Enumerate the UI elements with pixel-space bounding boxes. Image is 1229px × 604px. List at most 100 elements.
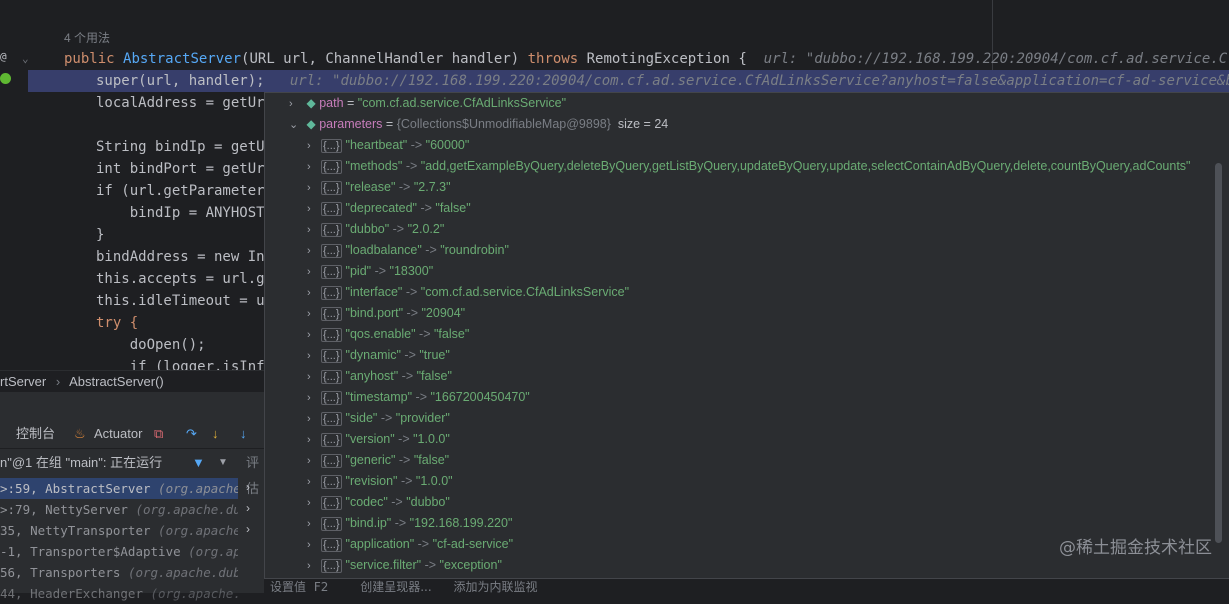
chevron-right-icon[interactable]: › [307, 136, 321, 157]
chevron-right-icon[interactable]: › [307, 472, 321, 493]
chevron-right-icon[interactable]: › [289, 94, 303, 115]
entry-value: "exception" [439, 558, 502, 572]
stack-frame[interactable]: 56, Transporters (org.apache.dubbo.re [0, 562, 238, 583]
chevron-right-icon[interactable]: › [307, 367, 321, 388]
map-entry-row[interactable]: › {...} "generic" -> "false" [307, 450, 449, 471]
entry-key: "bind.port" [345, 306, 404, 320]
map-entry-row[interactable]: › {...} "dubbo" -> "2.0.2" [307, 219, 444, 240]
stack-frame[interactable]: >:79, NettyServer (org.apache.dubbo.rem [0, 499, 238, 520]
step-over-icon[interactable]: ↷ [186, 420, 197, 448]
popup-footer: 设置值 F2 创建呈现器... 添加为内联监视 [270, 578, 538, 594]
variable-inspector-popup[interactable]: › ◆ path = "com.cf.ad.service.CfAdLinksS… [264, 92, 1229, 579]
chevron-right-icon[interactable]: › [307, 409, 321, 430]
entry-arrow: -> [400, 348, 420, 362]
map-entry-row[interactable]: › {...} "methods" -> "add,getExampleByQuer… [307, 156, 1191, 177]
entry-arrow: -> [415, 327, 434, 341]
thread-selector[interactable]: n"@1 在组 "main": 正在运行 ▼ ▼ 评估 [0, 450, 264, 496]
tab-console[interactable]: 控制台 [16, 420, 55, 448]
map-entry-row[interactable]: › {...} "interface" -> "com.cf.ad.service.… [307, 282, 629, 303]
filter-icon[interactable]: ▼ [192, 450, 205, 476]
chevron-right-icon[interactable]: › [307, 535, 321, 556]
map-entry-row[interactable]: › {...} "version" -> "1.0.0" [307, 429, 450, 450]
chevron-right-icon[interactable]: › [307, 325, 321, 346]
entry-key: "dynamic" [345, 348, 401, 362]
current-execution-line: super(url, handler); url: "dubbo://192.1… [28, 70, 1229, 92]
chevron-right-icon[interactable]: › [307, 430, 321, 451]
entry-arrow: -> [394, 432, 414, 446]
override-icon[interactable]: @ [0, 50, 7, 63]
entry-value: "2.0.2" [407, 222, 445, 236]
create-renderer-action[interactable]: 创建呈现器... [360, 580, 431, 594]
chevron-down-icon[interactable]: ⌄ [289, 115, 303, 136]
entry-key: "release" [345, 180, 396, 194]
actuator-icon: ♨ [74, 426, 86, 441]
stack-frame[interactable]: 35, NettyTransporter (org.apache.dubbo [0, 520, 238, 541]
entry-value: "roundrobin" [440, 243, 509, 257]
map-entry-row[interactable]: › {...} "timestamp" -> "1667200450470" [307, 387, 530, 408]
chevron-right-icon[interactable]: › [246, 522, 250, 536]
usage-hint[interactable]: 4 个用法 [64, 27, 110, 49]
breakpoint-check-icon[interactable] [0, 73, 11, 84]
map-entry-row[interactable]: › {...} "bind.ip" -> "192.168.199.220" [307, 513, 512, 534]
fold-icon[interactable]: ⌄ [22, 52, 29, 65]
map-entry-row[interactable]: › {...} "bind.port" -> "20904" [307, 303, 465, 324]
map-entry-row[interactable]: › {...} "side" -> "provider" [307, 408, 450, 429]
map-entry-icon: {...} [321, 265, 342, 279]
chevron-right-icon[interactable]: › [307, 346, 321, 367]
tab-actuator[interactable]: Actuator [94, 420, 142, 448]
chevron-right-icon[interactable]: › [307, 304, 321, 325]
chevron-right-icon[interactable]: › [307, 283, 321, 304]
stack-frame[interactable]: 44, HeaderExchanger (org.apache.dubbo [0, 583, 238, 604]
code-line: bindIp = ANYHOST_ [96, 205, 274, 221]
chevron-right-icon[interactable]: › [307, 556, 321, 577]
entry-key: "service.filter" [345, 558, 422, 572]
chevron-right-icon[interactable]: › [246, 480, 250, 494]
chevron-right-icon[interactable]: › [307, 199, 321, 220]
set-value-action[interactable]: 设置值 [270, 580, 306, 594]
chevron-right-icon[interactable]: › [307, 493, 321, 514]
map-entry-row[interactable]: › {...} "service.filter" -> "exception" [307, 555, 502, 576]
code-line: String bindIp = getUr [96, 139, 274, 155]
path-row[interactable]: › ◆ path = "com.cf.ad.service.CfAdLinksS… [289, 93, 566, 114]
map-entry-row[interactable]: › {...} "qos.enable" -> "false" [307, 324, 469, 345]
map-entry-row[interactable]: › {...} "loadbalance" -> "roundrobin" [307, 240, 509, 261]
code-line: } [96, 227, 105, 243]
chevron-down-icon[interactable]: ▼ [218, 450, 228, 476]
chevron-right-icon[interactable]: › [307, 241, 321, 262]
map-entry-row[interactable]: › {...} "pid" -> "18300" [307, 261, 433, 282]
map-entry-icon: {...} [321, 538, 342, 552]
chevron-right-icon[interactable]: › [307, 178, 321, 199]
add-inline-watch-action[interactable]: 添加为内联监视 [454, 580, 538, 594]
force-step-into-icon[interactable]: ↓ [240, 420, 247, 448]
chevron-right-icon[interactable]: › [246, 501, 250, 515]
parameters-row[interactable]: ⌄ ◆ parameters = {Collections$Unmodifiab… [289, 114, 668, 135]
chevron-right-icon[interactable]: › [307, 451, 321, 472]
chevron-right-icon[interactable]: › [307, 220, 321, 241]
step-into-icon[interactable]: ↓ [212, 420, 219, 448]
chevron-right-icon[interactable]: › [307, 514, 321, 535]
entry-value: "add,getExampleByQuery,deleteByQuery,get… [420, 159, 1191, 173]
entry-key: "qos.enable" [345, 327, 416, 341]
chevron-right-icon[interactable]: › [307, 388, 321, 409]
chevron-right-icon[interactable]: › [307, 157, 321, 178]
breadcrumb-class[interactable]: rtServer [0, 374, 46, 389]
restore-layout-icon[interactable]: ⧉ [154, 420, 163, 448]
map-entry-row[interactable]: › {...} "release" -> "2.7.3" [307, 177, 451, 198]
scrollbar[interactable] [1215, 163, 1222, 543]
code-line: if (url.getParameter( [96, 183, 274, 199]
map-entry-row[interactable]: › {...} "deprecated" -> "false" [307, 198, 471, 219]
stack-frame[interactable]: -1, Transporter$Adaptive (org.apache.du [0, 541, 238, 562]
map-entry-row[interactable]: › {...} "dynamic" -> "true" [307, 345, 450, 366]
entry-value: "com.cf.ad.service.CfAdLinksService" [420, 285, 630, 299]
breadcrumb-method[interactable]: AbstractServer() [69, 374, 164, 389]
map-entry-row[interactable]: › {...} "codec" -> "dubbo" [307, 492, 450, 513]
map-entry-row[interactable]: › {...} "anyhost" -> "false" [307, 366, 452, 387]
entry-key: "timestamp" [345, 390, 413, 404]
entry-value: "cf-ad-service" [432, 537, 514, 551]
map-entry-row[interactable]: › {...} "revision" -> "1.0.0" [307, 471, 453, 492]
map-entry-icon: {...} [321, 391, 342, 405]
stack-frame[interactable]: >:59, AbstractServer (org.apache.dubbo. [0, 478, 238, 499]
chevron-right-icon[interactable]: › [307, 262, 321, 283]
map-entry-row[interactable]: › {...} "heartbeat" -> "60000" [307, 135, 469, 156]
map-entry-row[interactable]: › {...} "application" -> "cf-ad-service" [307, 534, 513, 555]
